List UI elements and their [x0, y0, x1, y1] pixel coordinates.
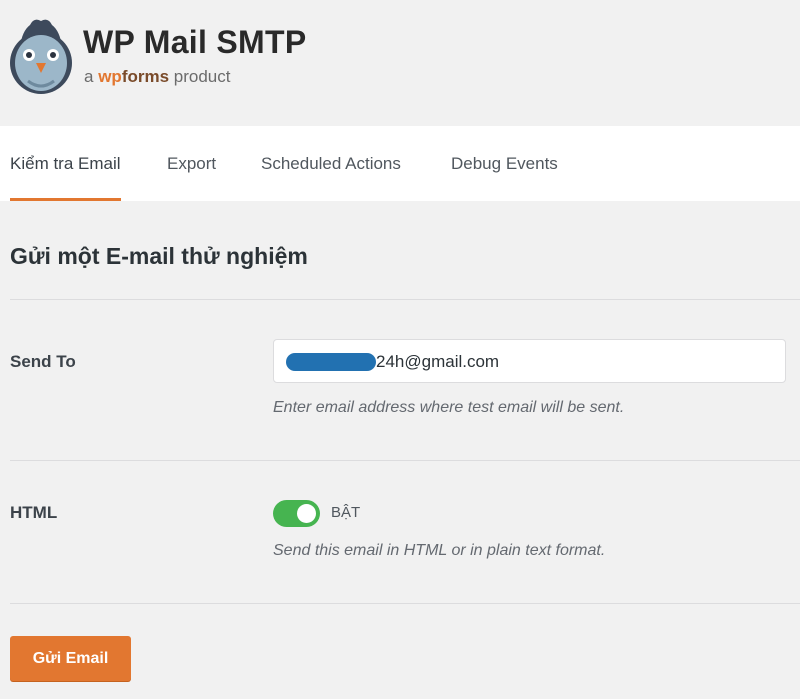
subtitle-prefix: a [84, 67, 94, 86]
send-to-help-text: Enter email address where test email wil… [273, 399, 625, 416]
wpforms-forms-text: forms [121, 67, 170, 86]
tab-scheduled-actions[interactable]: Scheduled Actions [261, 126, 401, 201]
html-help-text: Send this email in HTML or in plain text… [273, 542, 606, 559]
divider [10, 299, 800, 300]
plugin-header: WP Mail SMTP a wpforms product [0, 0, 800, 126]
send-to-input[interactable]: 24h@gmail.com [273, 339, 786, 383]
html-toggle-state: BẬT [331, 504, 361, 521]
tab-debug-events[interactable]: Debug Events [451, 126, 558, 201]
wpforms-wp-text: wp [98, 67, 122, 86]
tools-tabs: Kiểm tra Email Export Scheduled Actions … [0, 126, 800, 201]
tab-email-test[interactable]: Kiểm tra Email [10, 126, 121, 201]
html-toggle[interactable] [273, 500, 320, 527]
send-to-value: 24h@gmail.com [376, 352, 500, 371]
page-title: Gửi một E-mail thử nghiệm [10, 243, 308, 269]
divider [10, 603, 800, 604]
send-to-label: Send To [10, 352, 76, 371]
redacted-text [286, 353, 376, 371]
tab-export[interactable]: Export [167, 126, 216, 201]
toggle-knob [297, 504, 316, 523]
html-label: HTML [10, 503, 58, 522]
pigeon-logo-icon [10, 19, 72, 94]
divider [10, 460, 800, 461]
plugin-title: WP Mail SMTP [83, 24, 307, 60]
send-email-button[interactable]: Gửi Email [10, 636, 131, 681]
subtitle-suffix: product [173, 67, 231, 86]
plugin-subtitle: a wpforms product [84, 67, 230, 87]
